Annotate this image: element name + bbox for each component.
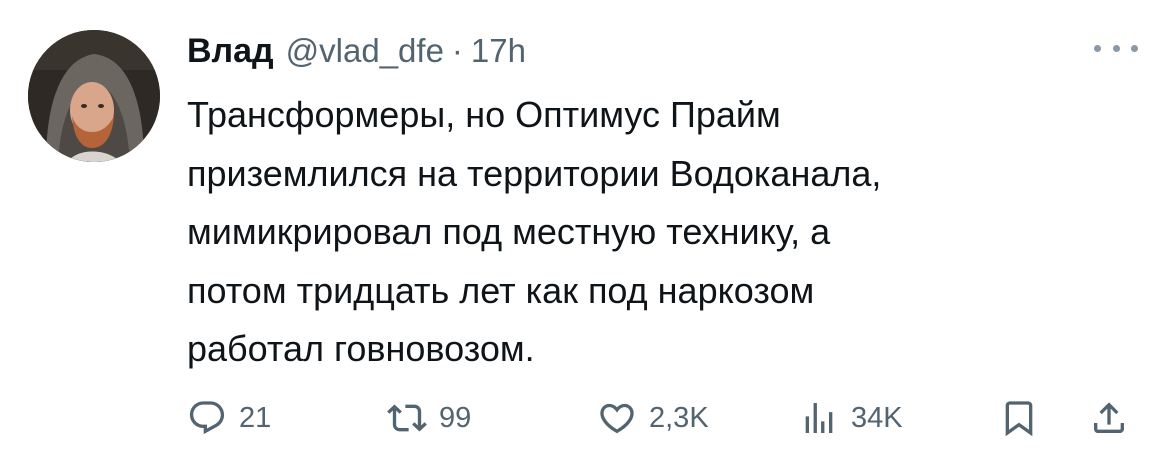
retweet-button[interactable]: 99 bbox=[387, 395, 471, 441]
like-count: 2,3K bbox=[649, 401, 709, 434]
reply-count: 21 bbox=[239, 401, 272, 434]
tweet-text-line: мимикрировал под местную технику, а bbox=[187, 211, 831, 252]
share-button[interactable] bbox=[1089, 395, 1141, 441]
avatar[interactable] bbox=[28, 30, 160, 162]
more-dot bbox=[1131, 44, 1138, 52]
views-icon bbox=[805, 403, 833, 433]
avatar-image bbox=[28, 30, 160, 162]
heart-icon bbox=[600, 403, 634, 434]
action-bar: 21 99 2,3K 34K bbox=[187, 395, 1137, 441]
timestamp[interactable]: 17h bbox=[471, 28, 526, 74]
views-button[interactable]: 34K bbox=[799, 395, 903, 441]
share-icon bbox=[1094, 402, 1124, 433]
more-dot bbox=[1094, 44, 1101, 52]
more-dot bbox=[1112, 44, 1120, 52]
tweet-text-line: работал говновозом. bbox=[187, 328, 535, 369]
tweet-text-line: Трансформеры, но Оптимус Прайм bbox=[187, 94, 781, 135]
reply-icon bbox=[189, 401, 225, 435]
retweet-count: 99 bbox=[439, 401, 472, 434]
tweet[interactable]: Влад @vlad_dfe · 17h Трансформеры, но Оп… bbox=[0, 0, 1170, 465]
tweet-text: Трансформеры, но Оптимус Прайм приземлил… bbox=[187, 86, 1107, 379]
bookmark-button[interactable] bbox=[999, 395, 1051, 441]
reply-button[interactable]: 21 bbox=[187, 395, 271, 441]
more-icon[interactable] bbox=[1094, 36, 1138, 60]
views-count: 34K bbox=[851, 401, 903, 434]
header-separator: · bbox=[451, 32, 463, 69]
tweet-text-line: приземлился на территории Водоканала, bbox=[187, 152, 882, 194]
retweet-icon bbox=[387, 404, 427, 432]
display-name[interactable]: Влад bbox=[187, 28, 274, 74]
bookmark-icon bbox=[1005, 401, 1033, 437]
like-button[interactable]: 2,3K bbox=[597, 395, 709, 441]
tweet-header: Влад @vlad_dfe · 17h bbox=[187, 28, 526, 74]
tweet-text-line: потом тридцать лет как под наркозом bbox=[187, 269, 815, 311]
user-handle[interactable]: @vlad_dfe bbox=[286, 28, 444, 74]
